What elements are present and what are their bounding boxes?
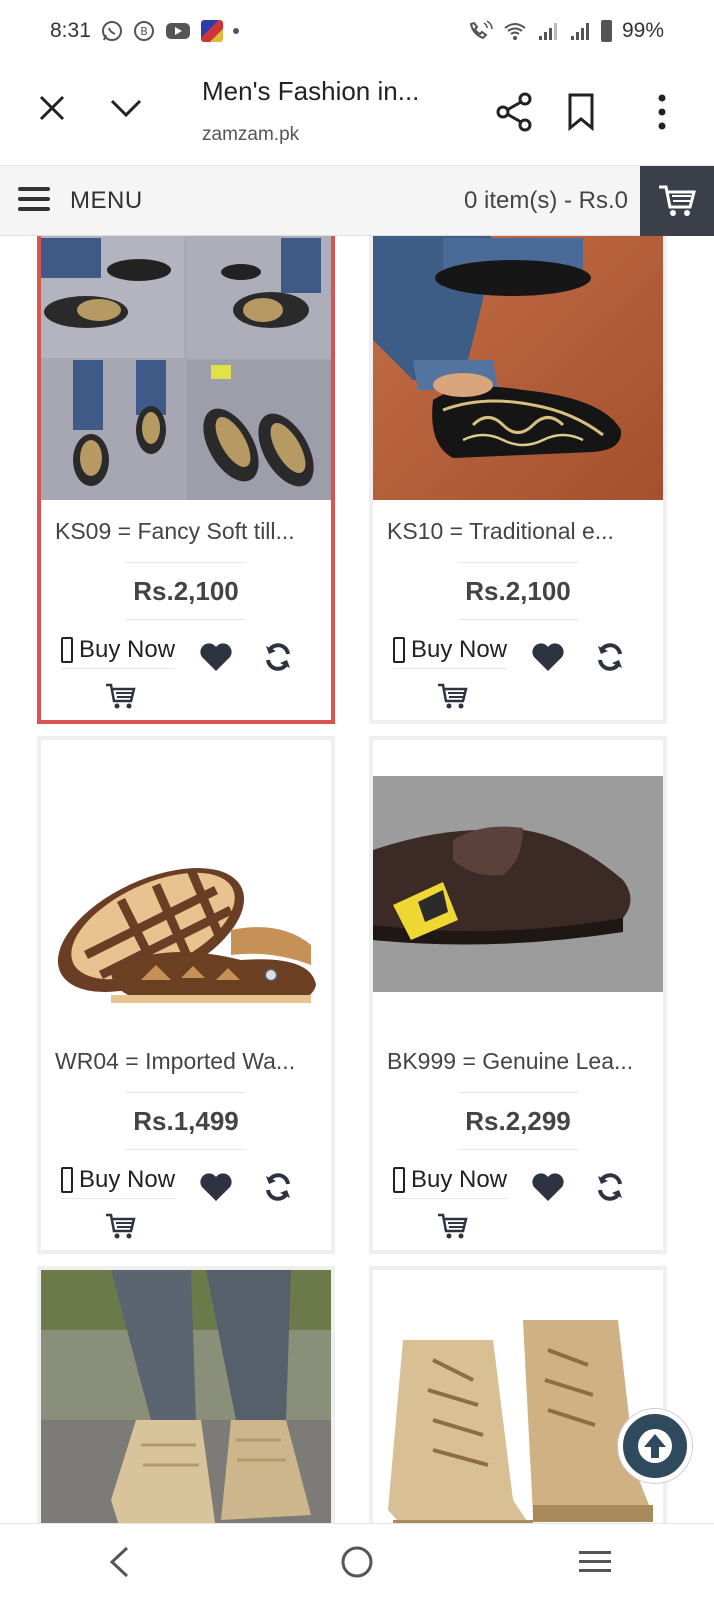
home-icon[interactable] xyxy=(327,1532,387,1592)
buy-now-label: Buy Now xyxy=(79,1166,176,1193)
product-name[interactable]: BK999 = Genuine Lea... xyxy=(373,1030,663,1092)
status-bar: 8:31 B 99% xyxy=(0,0,714,62)
buy-now-button[interactable]: Buy Now xyxy=(61,636,176,669)
battery-level: 99% xyxy=(621,19,664,42)
product-name[interactable]: WR04 = Imported Wa... xyxy=(41,1030,331,1092)
status-time: 8:31 xyxy=(50,19,91,42)
buy-now-button[interactable]: Buy Now xyxy=(61,1166,176,1199)
whatsapp-icon xyxy=(101,20,123,42)
buy-now-button[interactable]: Buy Now xyxy=(393,1166,508,1199)
product-actions: Buy Now xyxy=(41,1150,331,1250)
arrow-up-icon xyxy=(638,1429,672,1463)
heart-icon[interactable] xyxy=(531,642,565,672)
cart-icon[interactable] xyxy=(437,682,469,710)
cart-icon[interactable] xyxy=(105,1212,137,1240)
heart-icon[interactable] xyxy=(531,1172,565,1202)
app-tile-icon xyxy=(200,20,223,42)
chevron-down-icon[interactable] xyxy=(102,84,150,132)
system-nav-bar xyxy=(0,1523,714,1599)
product-card[interactable]: KS10 = Traditional e... Rs.2,100 Buy Now xyxy=(369,236,667,724)
svg-text:B: B xyxy=(140,25,148,38)
buy-glyph-icon xyxy=(393,637,405,663)
product-actions: Buy Now xyxy=(373,620,663,720)
wifi-calling-icon xyxy=(467,20,493,42)
youtube-icon xyxy=(165,21,191,41)
page-domain[interactable]: zamzam.pk xyxy=(202,124,299,146)
close-icon[interactable] xyxy=(28,84,76,132)
recent-apps-icon[interactable] xyxy=(565,1532,625,1592)
product-price: Rs.1,499 xyxy=(133,1105,239,1136)
product-actions: Buy Now xyxy=(41,620,331,720)
status-right: 99% xyxy=(467,19,664,43)
cart-summary[interactable]: 0 item(s) - Rs.0 xyxy=(464,166,628,236)
bookmark-icon[interactable] xyxy=(557,88,605,136)
heart-icon[interactable] xyxy=(199,642,233,672)
scroll-top-button[interactable] xyxy=(618,1409,692,1483)
buy-glyph-icon xyxy=(61,1167,73,1193)
shop-header: MENU 0 item(s) - Rs.0 xyxy=(0,166,714,236)
product-grid: KS09 = Fancy Soft till... Rs.2,100 Buy N… xyxy=(0,236,714,1523)
heart-icon[interactable] xyxy=(199,1172,233,1202)
back-icon[interactable] xyxy=(89,1532,149,1592)
product-card[interactable] xyxy=(37,1266,335,1523)
buy-now-label: Buy Now xyxy=(411,1166,508,1193)
signal-icon xyxy=(569,20,591,42)
product-name[interactable]: KS10 = Traditional e... xyxy=(373,500,663,562)
page-title[interactable]: Men's Fashion in... xyxy=(202,76,419,107)
status-left: 8:31 B xyxy=(50,19,239,43)
product-card[interactable]: WR04 = Imported Wa... Rs.1,499 Buy Now xyxy=(37,736,335,1254)
menu-button[interactable]: MENU xyxy=(18,166,143,236)
dot-icon xyxy=(232,28,239,34)
product-name[interactable]: KS09 = Fancy Soft till... xyxy=(41,500,331,562)
product-card[interactable]: KS09 = Fancy Soft till... Rs.2,100 Buy N… xyxy=(37,236,335,724)
product-image[interactable] xyxy=(373,1270,663,1523)
buy-glyph-icon xyxy=(61,637,73,663)
product-actions: Buy Now xyxy=(373,1150,663,1250)
buy-now-button[interactable]: Buy Now xyxy=(393,636,508,669)
buy-glyph-icon xyxy=(393,1167,405,1193)
product-card[interactable]: BK999 = Genuine Lea... Rs.2,299 Buy Now xyxy=(369,736,667,1254)
cart-icon[interactable] xyxy=(437,1212,469,1240)
product-price: Rs.2,299 xyxy=(465,1105,571,1136)
cart-icon xyxy=(659,185,696,216)
refresh-icon[interactable] xyxy=(595,1172,625,1202)
wifi-icon xyxy=(503,20,527,42)
battery-icon xyxy=(600,20,612,42)
product-price: Rs.2,100 xyxy=(133,575,239,606)
more-options-icon[interactable] xyxy=(638,88,686,136)
share-icon[interactable] xyxy=(490,88,538,136)
product-image[interactable] xyxy=(41,236,331,500)
browser-toolbar: Men's Fashion in... zamzam.pk xyxy=(0,62,714,166)
product-image[interactable] xyxy=(41,1270,331,1523)
menu-label: MENU xyxy=(70,187,143,214)
product-image[interactable] xyxy=(373,236,663,500)
cart-button[interactable] xyxy=(640,166,714,236)
hamburger-icon xyxy=(18,185,50,218)
buy-now-label: Buy Now xyxy=(79,636,176,663)
product-price: Rs.2,100 xyxy=(465,575,571,606)
refresh-icon[interactable] xyxy=(595,642,625,672)
product-image[interactable] xyxy=(373,740,663,1030)
refresh-icon[interactable] xyxy=(263,642,293,672)
b-circle-icon: B xyxy=(133,20,155,42)
buy-now-label: Buy Now xyxy=(411,636,508,663)
product-card[interactable] xyxy=(369,1266,667,1523)
product-image[interactable] xyxy=(41,740,331,1030)
signal-icon xyxy=(537,20,559,42)
cart-icon[interactable] xyxy=(105,682,137,710)
refresh-icon[interactable] xyxy=(263,1172,293,1202)
